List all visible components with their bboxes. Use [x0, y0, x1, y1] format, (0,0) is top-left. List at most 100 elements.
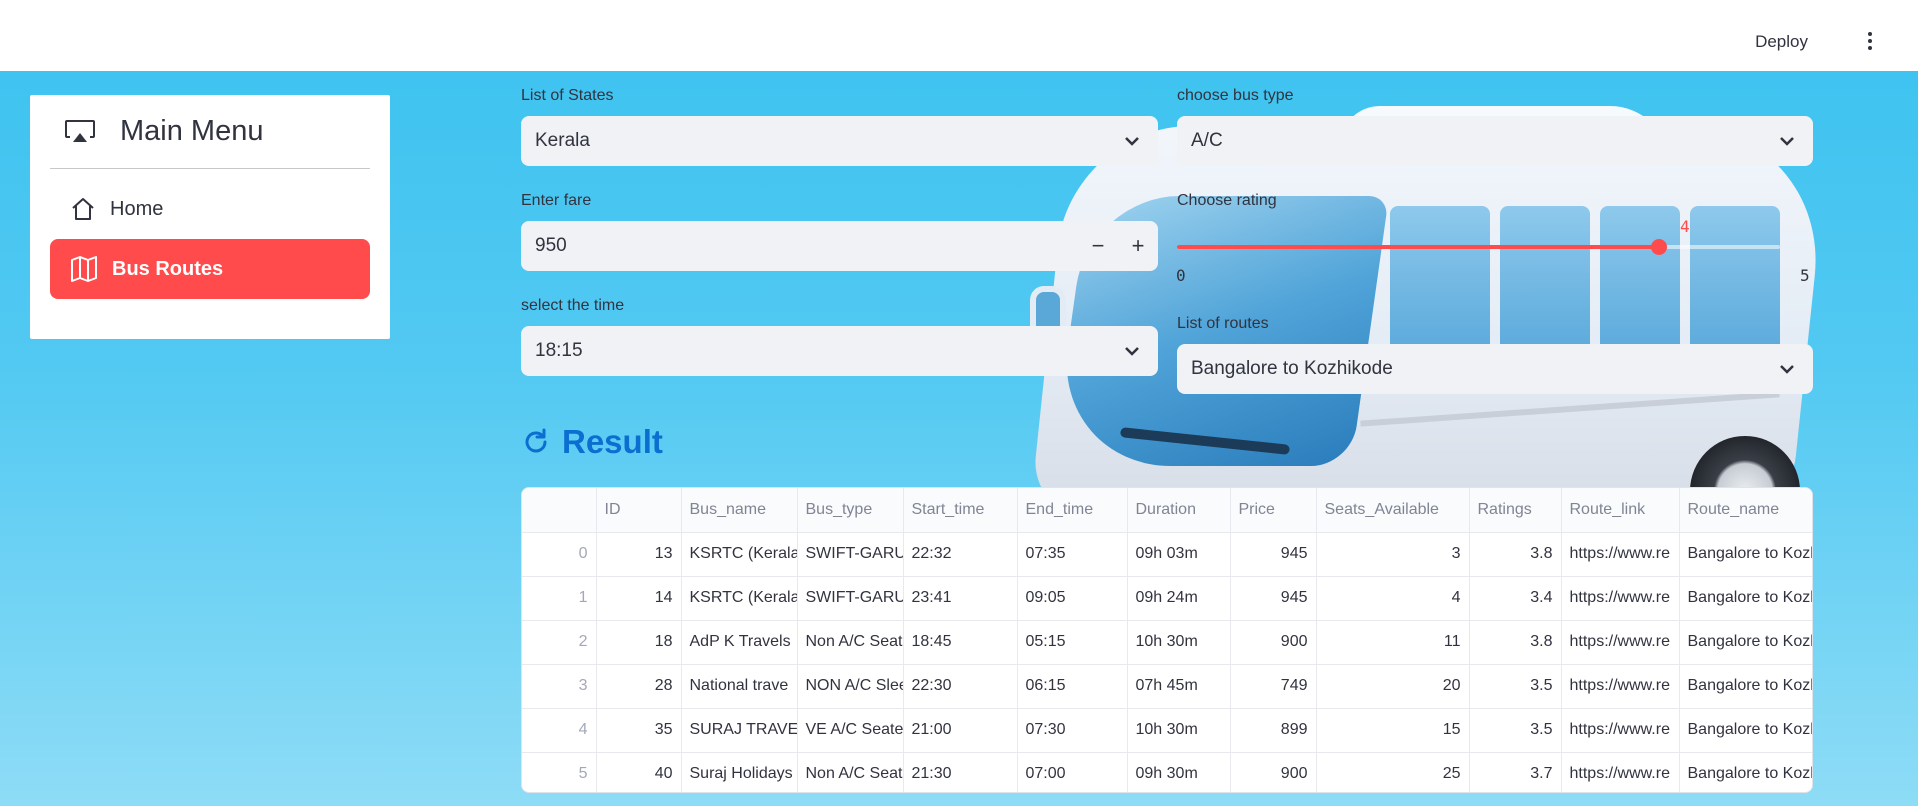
- table-cell[interactable]: 18: [596, 620, 682, 665]
- table-cell[interactable]: 20: [1316, 664, 1470, 709]
- column-header[interactable]: Route_link: [1561, 488, 1680, 533]
- row-index[interactable]: 3: [522, 664, 597, 709]
- column-header[interactable]: Bus_name: [681, 488, 798, 533]
- table-cell[interactable]: National trave: [681, 664, 798, 709]
- table-cell[interactable]: 21:00: [903, 708, 1018, 753]
- states-select[interactable]: Kerala: [521, 116, 1158, 166]
- table-cell[interactable]: Bangalore to Kozh: [1679, 532, 1812, 577]
- column-header[interactable]: Seats_Available: [1316, 488, 1470, 533]
- column-header[interactable]: Ratings: [1469, 488, 1562, 533]
- row-index[interactable]: 4: [522, 708, 597, 753]
- routes-select[interactable]: Bangalore to Kozhikode: [1177, 344, 1813, 394]
- table-cell[interactable]: https://www.re: [1561, 532, 1680, 577]
- table-cell[interactable]: KSRTC (Kerala: [681, 576, 798, 621]
- table-cell[interactable]: 4: [1316, 576, 1470, 621]
- table-cell[interactable]: https://www.re: [1561, 620, 1680, 665]
- row-index[interactable]: 0: [522, 532, 597, 577]
- table-cell[interactable]: 28: [596, 664, 682, 709]
- column-header[interactable]: [522, 488, 597, 533]
- row-index[interactable]: 5: [522, 752, 597, 792]
- table-cell[interactable]: Bangalore to Kozh: [1679, 664, 1812, 709]
- table-cell[interactable]: 13: [596, 532, 682, 577]
- sidebar-item-bus-routes[interactable]: Bus Routes: [50, 239, 370, 299]
- table-cell[interactable]: 15: [1316, 708, 1470, 753]
- table-cell[interactable]: KSRTC (Kerala: [681, 532, 798, 577]
- column-header[interactable]: Route_name: [1679, 488, 1812, 533]
- table-row[interactable]: 2 18 AdP K Travels Non A/C Seat 18:45 05:15 10…: [522, 620, 1812, 665]
- table-cell[interactable]: https://www.re: [1561, 752, 1680, 792]
- table-cell[interactable]: 21:30: [903, 752, 1018, 792]
- table-cell[interactable]: 749: [1230, 664, 1317, 709]
- table-cell[interactable]: Bangalore to Kozh: [1679, 576, 1812, 621]
- table-cell[interactable]: SWIFT-GARUD: [797, 576, 904, 621]
- table-cell[interactable]: 3.4: [1469, 576, 1562, 621]
- table-cell[interactable]: NON A/C Slee: [797, 664, 904, 709]
- table-cell[interactable]: 07:30: [1017, 708, 1128, 753]
- table-cell[interactable]: Non A/C Seat: [797, 620, 904, 665]
- column-header[interactable]: ID: [596, 488, 682, 533]
- table-row[interactable]: 5 40 Suraj Holidays Non A/C Seat 21:30 07:00 0…: [522, 752, 1812, 792]
- table-cell[interactable]: 945: [1230, 532, 1317, 577]
- column-header[interactable]: Bus_type: [797, 488, 904, 533]
- increment-button[interactable]: +: [1118, 221, 1158, 271]
- table-cell[interactable]: VE A/C Seater: [797, 708, 904, 753]
- table-cell[interactable]: 07h 45m: [1127, 664, 1231, 709]
- table-cell[interactable]: Non A/C Seat: [797, 752, 904, 792]
- table-cell[interactable]: 3.8: [1469, 620, 1562, 665]
- table-cell[interactable]: https://www.re: [1561, 708, 1680, 753]
- table-cell[interactable]: 10h 30m: [1127, 620, 1231, 665]
- column-header[interactable]: Start_time: [903, 488, 1018, 533]
- table-cell[interactable]: Suraj Holidays: [681, 752, 798, 792]
- table-cell[interactable]: 09:05: [1017, 576, 1128, 621]
- table-cell[interactable]: 3: [1316, 532, 1470, 577]
- table-cell[interactable]: 23:41: [903, 576, 1018, 621]
- results-table[interactable]: ID Bus_name Bus_type Start_time End_time Dura…: [521, 487, 1813, 793]
- column-header[interactable]: Price: [1230, 488, 1317, 533]
- table-cell[interactable]: https://www.re: [1561, 664, 1680, 709]
- table-row[interactable]: 4 35 SURAJ TRAVEL VE A/C Seater 21:00 07:30 10…: [522, 708, 1812, 753]
- table-cell[interactable]: 3.5: [1469, 708, 1562, 753]
- table-cell[interactable]: 22:32: [903, 532, 1018, 577]
- table-cell[interactable]: 14: [596, 576, 682, 621]
- rating-slider[interactable]: [1177, 239, 1780, 255]
- table-cell[interactable]: 06:15: [1017, 664, 1128, 709]
- table-cell[interactable]: 07:00: [1017, 752, 1128, 792]
- row-index[interactable]: 2: [522, 620, 597, 665]
- time-select[interactable]: 18:15: [521, 326, 1158, 376]
- table-cell[interactable]: 3.7: [1469, 752, 1562, 792]
- table-cell[interactable]: 3.8: [1469, 532, 1562, 577]
- table-cell[interactable]: AdP K Travels: [681, 620, 798, 665]
- table-cell[interactable]: 35: [596, 708, 682, 753]
- table-cell[interactable]: 3.5: [1469, 664, 1562, 709]
- table-cell[interactable]: 900: [1230, 752, 1317, 792]
- deploy-button[interactable]: Deploy: [1749, 28, 1814, 56]
- table-cell[interactable]: 40: [596, 752, 682, 792]
- table-cell[interactable]: 09h 24m: [1127, 576, 1231, 621]
- table-cell[interactable]: Bangalore to Kozh: [1679, 620, 1812, 665]
- table-cell[interactable]: SURAJ TRAVEL: [681, 708, 798, 753]
- table-cell[interactable]: 22:30: [903, 664, 1018, 709]
- column-header[interactable]: Duration: [1127, 488, 1231, 533]
- row-index[interactable]: 1: [522, 576, 597, 621]
- table-cell[interactable]: https://www.re: [1561, 576, 1680, 621]
- table-cell[interactable]: 05:15: [1017, 620, 1128, 665]
- table-cell[interactable]: 25: [1316, 752, 1470, 792]
- table-cell[interactable]: 10h 30m: [1127, 708, 1231, 753]
- bus-type-select[interactable]: A/C: [1177, 116, 1813, 166]
- table-cell[interactable]: 945: [1230, 576, 1317, 621]
- table-cell[interactable]: SWIFT-GARUD: [797, 532, 904, 577]
- table-cell[interactable]: Bangalore to Kozh: [1679, 752, 1812, 792]
- table-row[interactable]: 013KSRTC (KeralaSWIFT-GARUD22:3207:3509h…: [522, 532, 1812, 577]
- table-cell[interactable]: 11: [1316, 620, 1470, 665]
- table-cell[interactable]: 09h 30m: [1127, 752, 1231, 792]
- fare-input[interactable]: 950 − +: [521, 221, 1158, 271]
- table-row[interactable]: 114KSRTC (KeralaSWIFT-GARUD23:4109:0509h…: [522, 576, 1812, 621]
- table-row[interactable]: 3 28 National trave NON A/C Slee 22:30 06:15 0…: [522, 664, 1812, 709]
- decrement-button[interactable]: −: [1078, 221, 1118, 271]
- table-cell[interactable]: 18:45: [903, 620, 1018, 665]
- table-cell[interactable]: 07:35: [1017, 532, 1128, 577]
- table-cell[interactable]: 900: [1230, 620, 1317, 665]
- table-cell[interactable]: 09h 03m: [1127, 532, 1231, 577]
- table-cell[interactable]: Bangalore to Kozh: [1679, 708, 1812, 753]
- kebab-menu-icon[interactable]: [1860, 30, 1880, 52]
